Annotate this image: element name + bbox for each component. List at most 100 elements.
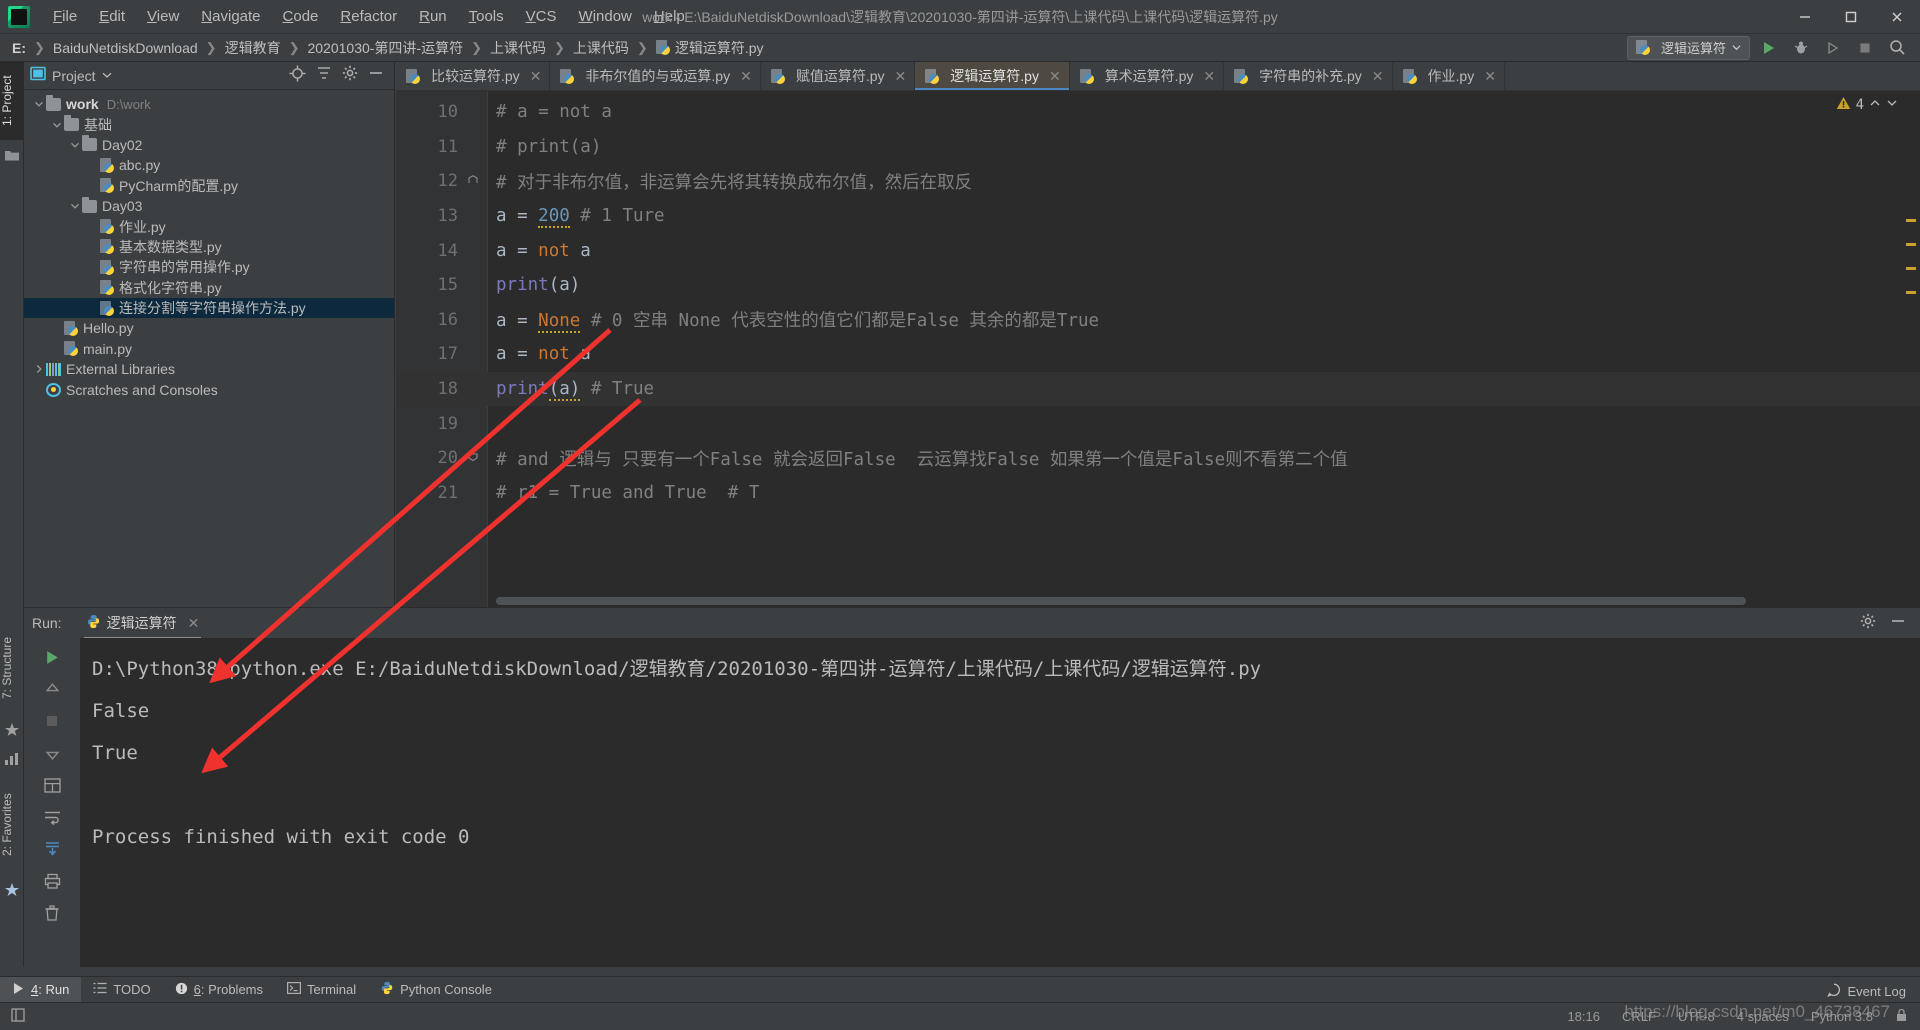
chevron-down-icon[interactable] — [50, 118, 64, 132]
gear-icon[interactable] — [342, 65, 358, 86]
scroll-up-button[interactable] — [38, 676, 66, 702]
printer-icon[interactable] — [38, 868, 66, 894]
code-line[interactable]: 17 a = not a — [396, 337, 1920, 372]
editor-scroll-markers[interactable] — [1905, 91, 1917, 607]
run-console-output[interactable]: D:\Python38\python.exe E:/BaiduNetdiskDo… — [80, 638, 1920, 967]
menu-item-edit[interactable]: Edit — [88, 4, 136, 29]
stop-button[interactable] — [38, 708, 66, 734]
bottom-tool-4-run[interactable]: 4: Run — [0, 976, 82, 1003]
close-icon[interactable]: ✕ — [1049, 68, 1061, 85]
tree-row[interactable]: abc.py — [24, 155, 394, 175]
close-icon[interactable]: ✕ — [740, 68, 752, 85]
breadcrumb-item-5[interactable]: 上课代码 — [573, 38, 629, 58]
breadcrumb[interactable]: E: ❯ BaiduNetdiskDownload ❯ 逻辑教育 ❯ 20201030-第四… — [12, 38, 764, 58]
maximize-button[interactable] — [1828, 0, 1874, 34]
code-line[interactable]: 13 a = 200 # 1 Ture — [396, 199, 1920, 234]
menu-item-code[interactable]: Code — [272, 4, 330, 29]
close-icon[interactable]: ✕ — [1484, 68, 1496, 85]
code-line[interactable]: 21 # r1 = True and True # T — [396, 476, 1920, 511]
search-everywhere-button[interactable] — [1884, 36, 1910, 60]
stop-button[interactable] — [1852, 36, 1878, 60]
tree-row[interactable]: Day02 — [24, 135, 394, 155]
bottom-tool-terminal[interactable]: Terminal — [275, 977, 368, 1003]
bottom-tool-todo[interactable]: TODO — [81, 977, 162, 1003]
code-line[interactable]: 14 a = not a — [396, 233, 1920, 268]
close-icon[interactable]: ✕ — [188, 615, 200, 632]
main-menu[interactable]: File Edit View Navigate Code Refactor Run Tools… — [42, 4, 696, 29]
sidebar-item-structure[interactable]: 7: Structure — [0, 622, 24, 714]
menu-item-tools[interactable]: Tools — [458, 4, 515, 29]
chevron-down-icon[interactable] — [32, 97, 46, 111]
sidebar-item-favorites[interactable]: 2: Favorites — [0, 777, 24, 872]
rerun-button[interactable] — [38, 644, 66, 670]
menu-item-refactor[interactable]: Refactor — [329, 4, 408, 29]
wrap-text-icon[interactable] — [38, 804, 66, 830]
grid-icon[interactable] — [38, 772, 66, 798]
tree-row[interactable]: main.py — [24, 339, 394, 359]
code-line[interactable]: 20 # and 逻辑与 只要有一个False 就会返回False 云运算找Fal… — [396, 441, 1920, 476]
breadcrumb-item-4[interactable]: 上课代码 — [490, 38, 546, 58]
menu-item-window[interactable]: Window — [568, 4, 643, 29]
chevron-down-icon[interactable] — [68, 199, 82, 213]
close-button[interactable] — [1874, 0, 1920, 34]
tree-row[interactable]: 基础 — [24, 114, 394, 134]
inspection-status-badge[interactable]: 4 — [1836, 96, 1898, 114]
run-configuration-selector[interactable]: 逻辑运算符 — [1626, 35, 1750, 60]
chevron-down-icon[interactable] — [1886, 97, 1898, 113]
bottom-tool-python-console[interactable]: Python Console — [368, 977, 504, 1003]
editor-tab-2[interactable]: 赋值运算符.py ✕ — [761, 62, 916, 90]
status-time[interactable]: 18:16 — [1567, 1009, 1600, 1024]
menu-item-vcs[interactable]: VCS — [515, 4, 568, 29]
close-icon[interactable]: ✕ — [1203, 68, 1215, 85]
fold-start-icon[interactable] — [458, 451, 488, 466]
status-interpreter[interactable]: Python 3.8 — [1811, 1009, 1873, 1024]
project-tree[interactable]: work D:\work 基础 Day02 abc.py PyCharm的配置.py Day… — [24, 90, 394, 400]
tree-row[interactable]: 基本数据类型.py — [24, 237, 394, 257]
breadcrumb-item-0[interactable]: E: — [12, 40, 26, 56]
menu-item-run[interactable]: Run — [408, 4, 458, 29]
tree-row[interactable]: 字符串的常用操作.py — [24, 257, 394, 277]
status-lock-icon[interactable] — [1895, 1008, 1908, 1025]
trash-icon[interactable] — [38, 900, 66, 926]
gear-icon[interactable] — [1860, 613, 1876, 634]
menu-item-navigate[interactable]: Navigate — [190, 4, 271, 29]
code-line[interactable]: 19 — [396, 406, 1920, 441]
run-tab[interactable]: 逻辑运算符 ✕ — [78, 610, 208, 639]
status-encoding[interactable]: UTF-8 — [1678, 1009, 1715, 1024]
editor-tab-5[interactable]: 字符串的补充.py ✕ — [1224, 62, 1393, 90]
editor-tab-0[interactable]: 比较运算符.py ✕ — [396, 62, 551, 90]
code-line[interactable]: 12 # 对于非布尔值，非运算会先将其转换成布尔值，然后在取反 — [396, 164, 1920, 199]
code-line[interactable]: 16 a = None # 0 空串 None 代表空性的值它们都是False 其… — [396, 303, 1920, 338]
chevron-up-icon[interactable] — [1869, 97, 1881, 113]
toggle-toolwindows-icon[interactable] — [10, 1007, 26, 1026]
chevron-down-icon[interactable] — [102, 67, 112, 85]
editor-tab-3[interactable]: 逻辑运算符.py ✕ — [915, 62, 1070, 90]
hide-run-panel-button[interactable] — [1890, 613, 1906, 634]
tree-row[interactable]: 连接分割等字符串操作方法.py — [24, 297, 394, 319]
breadcrumb-item-2[interactable]: 逻辑教育 — [225, 38, 281, 58]
scroll-down-button[interactable] — [38, 740, 66, 766]
debug-button[interactable] — [1788, 36, 1814, 60]
run-with-coverage-button[interactable] — [1820, 36, 1846, 60]
code-line[interactable]: 15 print(a) — [396, 268, 1920, 303]
status-line-separator[interactable]: CRLF — [1622, 1009, 1656, 1024]
tree-row[interactable]: External Libraries — [24, 359, 394, 379]
sidebar-item-project[interactable]: 1: Project — [0, 62, 24, 140]
editor-tab-6[interactable]: 作业.py ✕ — [1393, 62, 1505, 90]
menu-item-file[interactable]: File — [42, 4, 88, 29]
event-log-button[interactable]: Event Log — [1827, 983, 1906, 1000]
close-icon[interactable]: ✕ — [895, 68, 907, 85]
code-line[interactable]: 10 # a = not a — [396, 95, 1920, 130]
editor-tab-1[interactable]: 非布尔值的与或运算.py ✕ — [550, 62, 761, 90]
code-line[interactable]: 11 # print(a) — [396, 130, 1920, 165]
status-indent[interactable]: 4 spaces — [1737, 1009, 1789, 1024]
menu-item-view[interactable]: View — [136, 4, 190, 29]
scroll-end-button[interactable] — [38, 836, 66, 862]
bottom-tool-window-bar[interactable]: 4: Run TODO 6: Problems Terminal Python Cons… — [0, 976, 1920, 1003]
code-editor[interactable]: 10 # a = not a 11 # print(a) 12 # 对于非布尔值，非运算会… — [396, 91, 1920, 607]
breadcrumb-item-6[interactable]: 逻辑运算符.py — [655, 38, 764, 58]
close-icon[interactable]: ✕ — [530, 68, 542, 85]
tree-row[interactable]: 格式化字符串.py — [24, 278, 394, 298]
hide-panel-button[interactable] — [368, 65, 384, 86]
chevron-down-icon[interactable] — [68, 138, 82, 152]
